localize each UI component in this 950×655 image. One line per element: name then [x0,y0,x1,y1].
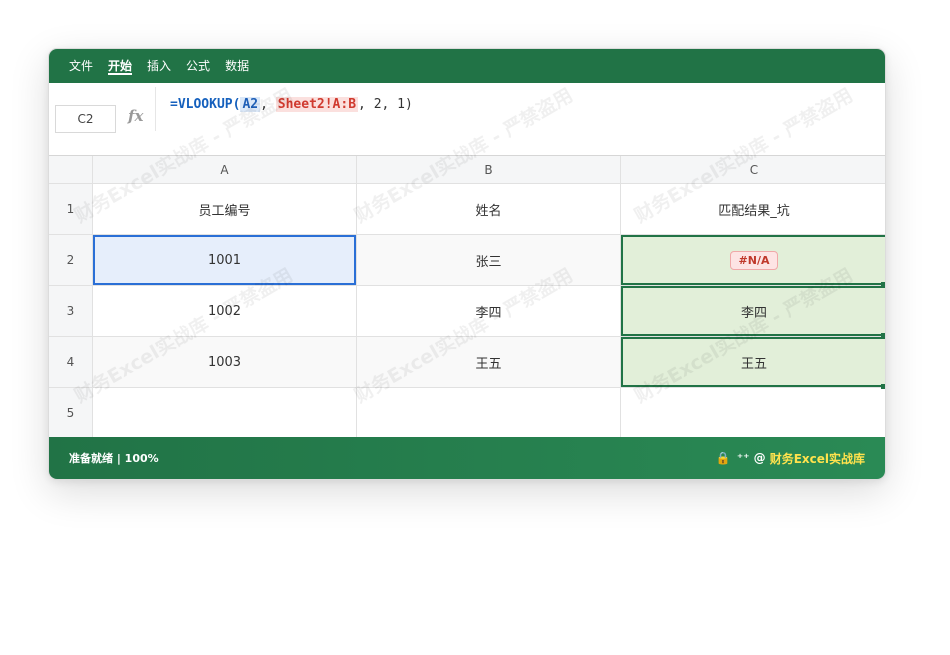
cell-a5[interactable] [93,388,357,439]
formula-function: =VLOOKUP( [170,97,241,112]
spreadsheet-window: 文件 开始 插入 公式 数据 C2 fx =VLOOKUP(A2, Sheet2… [48,48,886,480]
formula-bar: C2 fx =VLOOKUP(A2, Sheet2!A:B, 2, 1) [49,83,885,156]
fill-handle[interactable] [881,333,885,338]
brand-credit: 🔒 ⁺⁺ @ 财务Excel实战库 [716,450,865,467]
cell-b1[interactable]: 姓名 [357,184,621,235]
row-header-2[interactable]: 2 [49,235,93,286]
formula-input[interactable]: =VLOOKUP(A2, Sheet2!A:B, 2, 1) [155,87,413,131]
formula-separator: , [260,97,276,112]
row-header-3[interactable]: 3 [49,286,93,337]
cell-b2[interactable]: 张三 [357,235,621,286]
error-badge: #N/A [729,250,779,270]
menu-formulas[interactable]: 公式 [186,49,210,83]
cell-b3[interactable]: 李四 [357,286,621,337]
menu-insert[interactable]: 插入 [147,49,171,83]
fill-handle[interactable] [881,282,885,287]
column-header-a[interactable]: A [93,156,357,184]
menu-bar: 文件 开始 插入 公式 数据 [49,49,885,83]
column-header-b[interactable]: B [357,156,621,184]
cell-b4[interactable]: 王五 [357,337,621,388]
menu-home[interactable]: 开始 [108,49,133,83]
cell-c2[interactable]: #N/A [621,235,885,286]
lock-icon: 🔒 [715,451,731,465]
brand-name: 财务Excel实战库 [769,451,865,466]
row-header-1[interactable]: 1 [49,184,93,235]
cell-c1[interactable]: 匹配结果_坑 [621,184,885,235]
cell-b5[interactable] [357,388,621,439]
cell-c5[interactable] [621,388,885,439]
menu-data[interactable]: 数据 [225,49,249,83]
sheet-grid: A B C 1 员工编号 姓名 匹配结果_坑 2 1001 张三 #N/A 3 … [49,156,885,439]
row-header-4[interactable]: 4 [49,337,93,388]
cell-a4[interactable]: 1003 [93,337,357,388]
cell-a2[interactable]: 1001 [93,235,357,286]
column-header-c[interactable]: C [621,156,885,184]
select-all-corner[interactable] [49,156,93,184]
at-symbol: ⁺⁺ @ [736,451,766,465]
menu-file[interactable]: 文件 [69,49,93,83]
formula-args: , 2, 1) [358,97,413,112]
cell-a1[interactable]: 员工编号 [93,184,357,235]
formula-ref-a2: A2 [240,97,261,112]
status-bar: 准备就绪 | 100% 🔒 ⁺⁺ @ 财务Excel实战库 [49,437,885,479]
cell-c3[interactable]: 李四 [621,286,885,337]
fx-icon[interactable]: fx [128,107,143,125]
fill-handle[interactable] [881,384,885,389]
cell-c4[interactable]: 王五 [621,337,885,388]
cell-a3[interactable]: 1002 [93,286,357,337]
row-header-5[interactable]: 5 [49,388,93,439]
status-text: 准备就绪 | 100% [69,452,159,465]
formula-ref-sheet2: Sheet2!A:B [275,97,359,112]
name-box[interactable]: C2 [55,105,116,133]
